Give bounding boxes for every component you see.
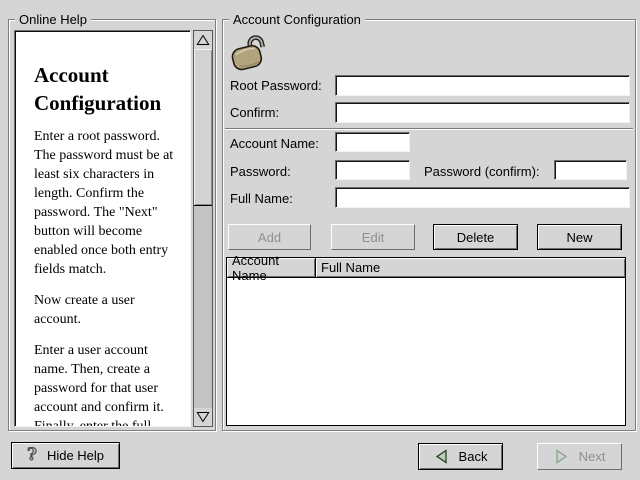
accounts-table: Account Name Full Name xyxy=(226,257,626,426)
account-name-label: Account Name: xyxy=(230,136,319,151)
column-header-full-name[interactable]: Full Name xyxy=(316,258,625,278)
online-help-frame-label: Online Help xyxy=(15,12,91,27)
hide-help-label: Hide Help xyxy=(47,448,104,463)
help-paragraph: Enter a user account name. Then, create … xyxy=(34,341,183,427)
hide-help-button[interactable]: ? Hide Help xyxy=(11,442,120,469)
delete-button[interactable]: Delete xyxy=(433,224,518,250)
add-button[interactable]: Add xyxy=(228,224,311,250)
question-mark-icon: ? xyxy=(27,447,37,464)
scrollbar-down-button[interactable] xyxy=(194,408,212,426)
back-button[interactable]: Back xyxy=(418,443,503,470)
back-label: Back xyxy=(459,449,488,464)
full-name-input[interactable] xyxy=(335,187,630,208)
password-confirm-input[interactable] xyxy=(554,160,627,180)
root-confirm-input[interactable] xyxy=(335,102,630,123)
padlock-icon xyxy=(227,32,269,72)
help-paragraph: Now create a user account. xyxy=(34,291,183,329)
root-password-input[interactable] xyxy=(335,75,630,96)
root-confirm-label: Confirm: xyxy=(230,105,279,120)
account-name-input[interactable] xyxy=(335,132,410,152)
scroll-down-arrow-icon xyxy=(196,411,210,423)
account-configuration-frame-label: Account Configuration xyxy=(229,12,365,27)
password-label: Password: xyxy=(230,164,291,179)
new-button[interactable]: New xyxy=(537,224,622,250)
help-heading: Account Configuration xyxy=(34,61,183,117)
edit-button[interactable]: Edit xyxy=(331,224,415,250)
accounts-table-header: Account Name Full Name xyxy=(227,258,625,278)
next-label: Next xyxy=(579,449,606,464)
help-scrollbar[interactable] xyxy=(193,30,213,427)
next-arrow-icon xyxy=(554,449,569,464)
separator xyxy=(225,128,633,130)
installer-window: Online Help Account Configuration Enter … xyxy=(0,0,640,480)
password-input[interactable] xyxy=(335,160,410,180)
back-arrow-icon xyxy=(434,449,449,464)
column-header-account-name[interactable]: Account Name xyxy=(227,258,316,278)
next-button[interactable]: Next xyxy=(537,443,622,470)
scroll-up-arrow-icon xyxy=(196,34,210,46)
root-password-label: Root Password: xyxy=(230,78,322,93)
help-paragraph: Enter a root password. The password must… xyxy=(34,127,183,279)
password-confirm-label: Password (confirm): xyxy=(424,164,540,179)
accounts-table-body[interactable] xyxy=(227,278,625,425)
scrollbar-up-button[interactable] xyxy=(194,31,212,49)
full-name-label: Full Name: xyxy=(230,191,293,206)
help-text-area: Account Configuration Enter a root passw… xyxy=(14,30,191,427)
account-configuration-panel: Account Configuration Root Password: Con… xyxy=(222,19,636,431)
online-help-panel: Online Help Account Configuration Enter … xyxy=(8,19,216,431)
scrollbar-thumb[interactable] xyxy=(194,49,212,206)
